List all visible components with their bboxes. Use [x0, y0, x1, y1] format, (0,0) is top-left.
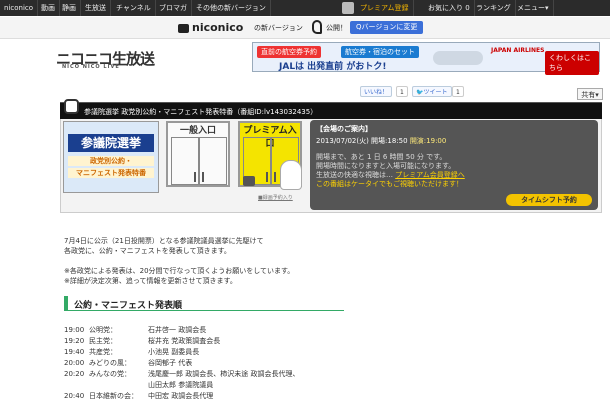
nav-other[interactable]: その他の新バージョン: [192, 0, 271, 16]
general-entrance-label: 一般入口: [179, 126, 216, 136]
tv-mascot-icon: [243, 176, 255, 186]
airplane-image: [433, 51, 483, 65]
schedule-row: 19:40 共産党： 小池晃 副委員長: [64, 348, 200, 356]
site-logo[interactable]: ニコニコ生放送 NICO NICO LIVE: [56, 48, 155, 70]
description-line2: 各政党に、公約・マニフェストを発表して頂きます。: [64, 247, 231, 255]
general-entrance-button[interactable]: 一般入口: [166, 121, 230, 187]
program-banner: 参議院選挙 政党別公約・ マニフェスト発表特番: [63, 121, 159, 193]
schedule-section-heading: 公約・マニフェスト発表順: [64, 296, 344, 311]
released-text: 公開！: [326, 24, 347, 32]
schedule-row: 19:00 公明党： 石井啓一 政調会長: [64, 326, 207, 334]
nav-seiga[interactable]: 静画: [58, 0, 81, 16]
ad-banner[interactable]: 直前の航空券予約 航空券・宿泊のセット JALは 出発直前 がおトク! JAPA…: [252, 42, 600, 75]
announcement-bar: niconico の新バージョン 公開！ Qバージョンに変更: [0, 17, 610, 39]
note-line2: ※詳細が決定次第、追って情報を更新させて頂きます。: [64, 277, 237, 285]
switch-q-version-button[interactable]: Qバージョンに変更: [350, 21, 424, 34]
nav-menu[interactable]: メニュー▾: [513, 0, 554, 16]
info-date: 2013/07/02(火): [316, 137, 369, 145]
tweet-button[interactable]: 🐦ツイート: [412, 86, 452, 97]
program-title-bar: 参議院選挙 政党別公約・マニフェスト発表特番（番組ID:lv143032435）: [60, 99, 602, 119]
ad-details-button[interactable]: くわしくはこちら: [545, 51, 599, 75]
schedule-row: 20:00 みどりの風： 谷岡郁子 代表: [64, 359, 193, 367]
premium-signup-link[interactable]: プレミアム会員登録へ: [395, 171, 465, 179]
nav-live[interactable]: 生放送: [81, 0, 111, 16]
top-navigation: niconico 動画 静画 生放送 チャンネル ブロマガ その他の新バージョン…: [0, 0, 610, 16]
nav-ranking[interactable]: ランキング: [472, 0, 516, 16]
user-avatar[interactable]: [342, 2, 354, 14]
q-logo-icon: [312, 20, 322, 34]
door-left-panel: [171, 137, 199, 185]
like-count: 1: [396, 86, 408, 97]
banner-line3: マニフェスト発表特番: [68, 168, 154, 178]
schedule-row: 20:20 みんなの党： 浅尾慶一郎 政調会長、柿沢未途 政調会長代理、: [64, 370, 300, 378]
nav-blomaga[interactable]: ブロマガ: [155, 0, 192, 16]
reserve-link[interactable]: ■録画予約入り: [258, 194, 293, 201]
niconico-logo: niconico: [178, 21, 243, 34]
note-line1: ※各政党による発表は、20分間で行なって頂くようお願いをしています。: [64, 267, 295, 275]
ad-tag-flight: 直前の航空券予約: [257, 46, 321, 58]
share-menu-button[interactable]: 共有▾: [577, 88, 603, 100]
new-version-text: の新バージョン: [254, 24, 303, 32]
nav-favorites[interactable]: お気に入り 0: [424, 0, 475, 16]
info-date-line: 2013/07/02(火) 開場:18:50 開演:19:00: [316, 136, 446, 146]
timeshift-reserve-button[interactable]: タイムシフト予約: [506, 194, 592, 206]
nav-niconico[interactable]: niconico: [0, 0, 39, 16]
ad-headline: JALは 出発直前 がおトク!: [279, 62, 387, 72]
info-open-time: 開場:18:50: [371, 137, 408, 145]
tweet-count: 1: [452, 86, 464, 97]
premium-register-link[interactable]: プレミアム登録: [356, 0, 414, 16]
chicken-mascot-icon: [280, 160, 302, 190]
schedule-row: 19:20 民主党： 桜井充 党政策調査会長: [64, 337, 221, 345]
venue-info-box: 【会場のご案内】 2013/07/02(火) 開場:18:50 開演:19:00…: [310, 120, 598, 210]
ad-tag-package: 航空券・宿泊のセット: [341, 46, 419, 58]
program-title: 参議院選挙 政党別公約・マニフェスト発表特番（番組ID:lv143032435）: [84, 108, 318, 116]
door-right-panel: [199, 137, 227, 185]
description-line1: 7月4日に公示（21日投開票）となる参議院議員選挙に先駆けて: [64, 237, 264, 245]
mascot-icon: [64, 99, 79, 114]
nav-channel[interactable]: チャンネル: [112, 0, 156, 16]
mobile-note: この番組はケータイでもご視聴いただけます！: [316, 180, 463, 188]
jal-brand: JAPAN AIRLINES: [491, 47, 545, 54]
schedule-row: 山田太郎 参議院議員: [148, 381, 214, 389]
facebook-like-button[interactable]: いいね！: [360, 86, 393, 97]
banner-line2: 政党別公約・: [68, 156, 154, 166]
tv-icon: [178, 23, 189, 33]
info-heading: 【会場のご案内】: [316, 125, 372, 133]
info-start-time: 開演:19:00: [409, 137, 447, 145]
nav-video[interactable]: 動画: [37, 0, 60, 16]
banner-line1: 参議院選挙: [68, 134, 154, 152]
